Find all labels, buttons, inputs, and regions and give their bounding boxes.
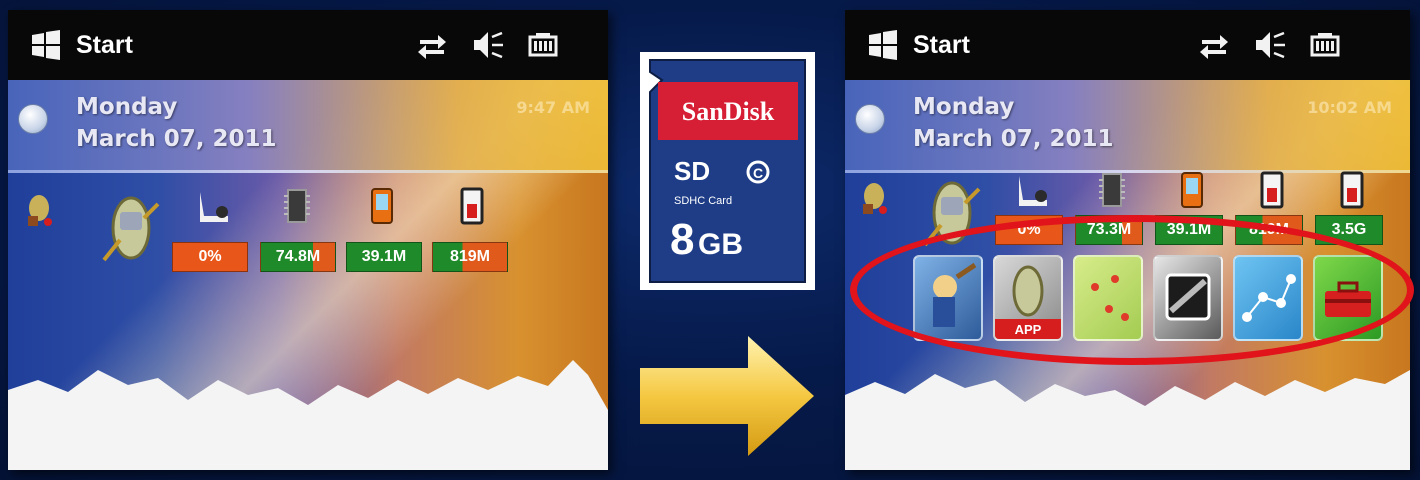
sd-card-storage-icon[interactable] [1335, 170, 1369, 210]
time-label: 9:47 AM [516, 98, 590, 117]
day-label: Monday [76, 94, 178, 120]
sd-logo-label: SD [674, 156, 710, 186]
stat-memory: 74.8M [260, 242, 336, 272]
memory-chip-icon[interactable] [280, 186, 314, 226]
taskbar: Start [845, 10, 1410, 80]
arrow-right-icon [640, 336, 814, 456]
cpu-usage-icon[interactable] [1013, 170, 1053, 210]
stat-cpu: 0% [172, 242, 248, 272]
phone-screen-before: Start Monday March 07, 2011 9:47 AM 0% 7… [8, 10, 608, 470]
volume-muted-icon[interactable] [1254, 29, 1286, 61]
sd-brand-label: SanDisk [682, 97, 775, 126]
system-tray [416, 29, 558, 61]
volume-muted-icon[interactable] [472, 29, 504, 61]
bug-tool-icon[interactable] [22, 190, 56, 230]
sd-class-label: C [753, 165, 763, 181]
sd-card-image: SanDisk SD C SDHC Card 8 GB [640, 52, 815, 290]
sd-card-graphic: SanDisk SD C SDHC Card 8 GB [649, 59, 806, 283]
start-label[interactable]: Start [76, 31, 133, 60]
battery-icon [528, 33, 558, 57]
date-label: March 07, 2011 [913, 126, 1114, 152]
connectivity-icon[interactable] [416, 30, 448, 60]
divider [8, 170, 608, 173]
date-label: March 07, 2011 [76, 126, 277, 152]
snow-mountain-graphic [8, 360, 608, 470]
stat-phone-storage: 39.1M [346, 242, 422, 272]
highlight-ellipse [850, 215, 1414, 365]
clock-icon [18, 104, 48, 134]
phone-storage-icon[interactable] [1175, 170, 1209, 210]
date-widget[interactable]: Monday March 07, 2011 9:47 AM [8, 90, 608, 168]
battery-icon [1310, 33, 1340, 57]
sd-type-label: SDHC Card [674, 195, 732, 207]
sd-storage-icon[interactable] [1255, 170, 1289, 210]
day-label: Monday [913, 94, 1015, 120]
clock-icon [855, 104, 885, 134]
sd-capacity-number: 8 [670, 215, 694, 264]
system-tray [1198, 29, 1340, 61]
scanner-device-icon[interactable] [100, 190, 162, 268]
phone-storage-icon[interactable] [365, 186, 399, 226]
time-label: 10:02 AM [1307, 98, 1392, 117]
date-widget[interactable]: Monday March 07, 2011 10:02 AM [845, 90, 1410, 168]
windows-flag-icon[interactable] [867, 29, 899, 61]
connectivity-icon[interactable] [1198, 30, 1230, 60]
memory-chip-icon[interactable] [1095, 170, 1129, 210]
sd-storage-icon[interactable] [455, 186, 489, 226]
windows-flag-icon[interactable] [30, 29, 62, 61]
stat-sd-storage: 819M [432, 242, 508, 272]
sd-capacity-unit: GB [698, 228, 743, 261]
snow-mountain-graphic [845, 370, 1410, 470]
bug-tool-icon[interactable] [857, 178, 891, 218]
taskbar: Start [8, 10, 608, 80]
cpu-usage-icon[interactable] [194, 186, 234, 226]
start-label[interactable]: Start [913, 31, 970, 60]
